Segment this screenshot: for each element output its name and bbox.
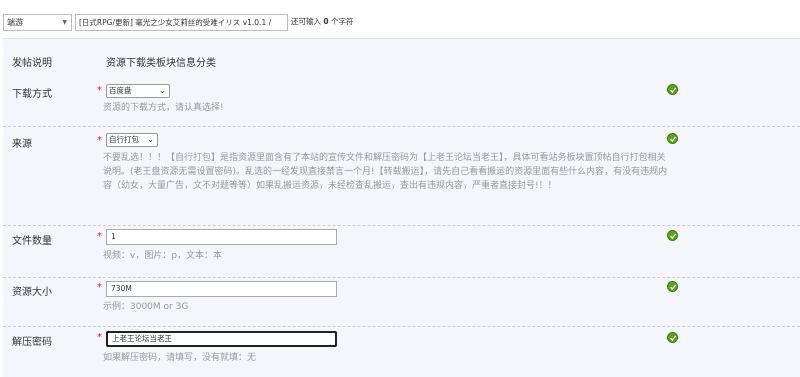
- download-method-row: 下载方式 * 百度盘 ⌄ 资源的下载方式，请认真选择!: [3, 79, 800, 127]
- source-value: 自行打包: [109, 135, 139, 144]
- unzip-password-input[interactable]: 上老王论坛当老王: [106, 331, 337, 347]
- counter-prefix: 还可输入: [291, 17, 321, 26]
- resource-size-value: 730M: [111, 284, 132, 293]
- check-circle-icon: [667, 84, 678, 95]
- chevron-down-icon: ⌄: [159, 86, 166, 95]
- check-circle-icon: [667, 332, 678, 343]
- counter-suffix: 个字符: [331, 17, 354, 26]
- required-marker: *: [97, 282, 102, 293]
- check-circle-icon: [667, 133, 678, 144]
- category-select-value: 端游: [7, 18, 23, 27]
- source-label: 来源: [12, 139, 32, 150]
- post-instructions-label: 发帖说明: [12, 58, 52, 69]
- thread-title-value: [日式RPG/更新] 毫光之少女艾莉丝的受难イリス v1.0.1 /: [79, 18, 272, 27]
- resource-size-desc: 示例：3000M or 3G: [103, 302, 189, 312]
- check-circle-icon: [667, 230, 678, 241]
- thread-title-bar: 端游 ▼ [日式RPG/更新] 毫光之少女艾莉丝的受难イリス v1.0.1 / …: [0, 0, 800, 34]
- file-count-desc: 视频：v，图片：p，文本：本: [103, 251, 223, 261]
- source-row: 来源 * 自行打包 ⌄ 不要乱选！！！【自行打包】是指资源里面含有了本站的宣传文…: [3, 130, 800, 226]
- file-count-label: 文件数量: [12, 236, 52, 247]
- panel-header: 发帖说明 资源下载类板块信息分类: [3, 39, 800, 69]
- unzip-password-label: 解压密码: [12, 337, 52, 348]
- unzip-password-row: 解压密码 * 上老王论坛当老王 如果解压密码，请填写，没有就填：无: [3, 329, 800, 377]
- thread-title-input[interactable]: [日式RPG/更新] 毫光之少女艾莉丝的受难イリス v1.0.1 /: [75, 14, 288, 31]
- required-marker: *: [97, 85, 102, 96]
- file-count-input[interactable]: 1: [106, 229, 337, 245]
- thread-info-panel: 发帖说明 资源下载类板块信息分类 下载方式 * 百度盘 ⌄ 资源的下载方式，请认…: [3, 38, 800, 377]
- category-select[interactable]: 端游 ▼: [3, 14, 72, 31]
- file-count-row: 文件数量 * 1 视频：v，图片：p，文本：本: [3, 228, 800, 278]
- resource-size-row: 资源大小 * 730M 示例：3000M or 3G: [3, 280, 800, 327]
- download-method-desc: 资源的下载方式，请认真选择!: [103, 103, 224, 113]
- download-method-select[interactable]: 百度盘 ⌄: [106, 84, 170, 98]
- resource-size-label: 资源大小: [12, 287, 52, 298]
- chevron-down-icon: ⌄: [147, 135, 154, 144]
- category-info-title: 资源下载类板块信息分类: [106, 58, 216, 69]
- required-marker: *: [97, 135, 102, 146]
- check-circle-icon: [667, 281, 678, 292]
- counter-value: 0: [323, 17, 329, 26]
- source-desc: 不要乱选！！！【自行打包】是指资源里面含有了本站的宣传文件和解压密码为【上老王论…: [103, 153, 668, 191]
- file-count-value: 1: [111, 232, 116, 241]
- required-marker: *: [97, 231, 102, 242]
- download-method-value: 百度盘: [109, 86, 132, 95]
- resource-size-input[interactable]: 730M: [106, 281, 337, 297]
- title-char-counter: 还可输入 0 个字符: [291, 16, 354, 28]
- unzip-password-desc: 如果解压密码，请填写，没有就填：无: [103, 353, 257, 363]
- chevron-down-icon: ▼: [62, 19, 67, 26]
- unzip-password-value: 上老王论坛当老王: [112, 334, 172, 343]
- download-method-label: 下载方式: [12, 89, 52, 100]
- source-select[interactable]: 自行打包 ⌄: [106, 133, 158, 147]
- required-marker: *: [97, 332, 102, 343]
